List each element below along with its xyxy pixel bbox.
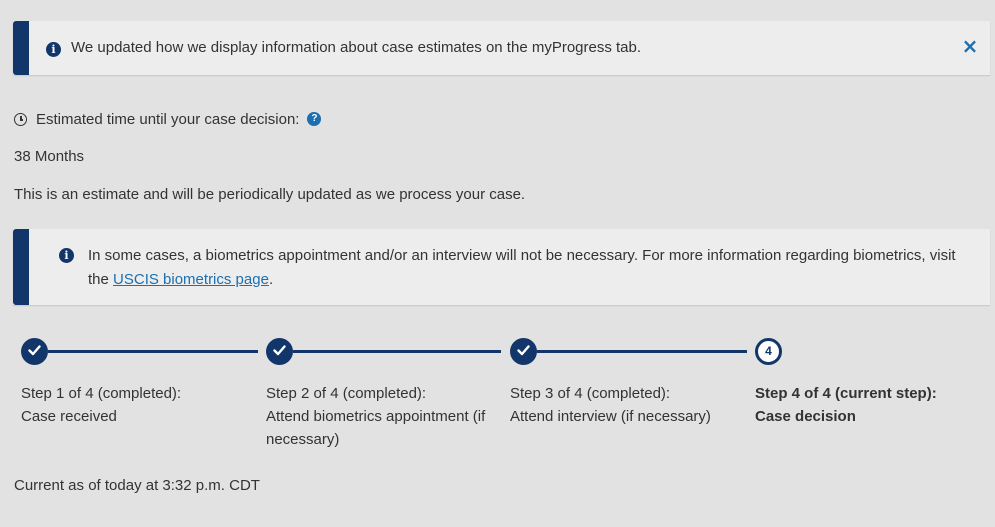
biometrics-text-end: . [268,271,274,288]
current-step-number: 4 [755,338,782,365]
step-connector [293,350,501,353]
step-heading: Step 1 of 4 (completed): [21,385,182,402]
alert-accent-bar [13,229,29,305]
step-title: Case decision [755,408,856,425]
estimate-note: This is an estimate and will be periodic… [14,186,526,203]
step-label-current: Step 4 of 4 (current step): Case decisio… [755,382,990,428]
step-connector [537,350,747,353]
step-title: Attend biometrics appointment (if necess… [266,408,486,448]
question-icon[interactable]: ? [307,112,322,126]
biometrics-alert-text: In some cases, a biometrics appointment … [88,244,958,292]
step-connector [48,350,258,353]
step-heading: Step 4 of 4 (current step): [755,385,937,402]
estimate-label: Estimated time until your case decision: [36,110,300,128]
last-updated-text: Current as of today at 3:32 p.m. CDT [14,477,260,494]
estimate-row: Estimated time until your case decision:… [14,109,322,129]
step-title: Case received [21,408,117,425]
step-title: Attend interview (if necessary) [510,408,711,425]
check-icon [266,338,293,365]
info-icon: i [59,248,74,263]
banner-text: We updated how we display information ab… [71,39,642,56]
info-banner: i We updated how we display information … [13,21,990,75]
step-label: Step 2 of 4 (completed): Attend biometri… [266,382,501,451]
banner-accent-bar [13,21,29,75]
biometrics-alert: i In some cases, a biometrics appointmen… [13,229,990,305]
step-heading: Step 2 of 4 (completed): [266,385,427,402]
info-icon: i [46,42,61,57]
clock-icon [14,112,27,126]
step-label: Step 3 of 4 (completed): Attend intervie… [510,382,745,428]
check-icon [510,338,537,365]
estimate-duration: 38 Months [14,148,85,165]
step-heading: Step 3 of 4 (completed): [510,385,671,402]
check-icon [21,338,48,365]
uscis-biometrics-link[interactable]: USCIS biometrics page [113,271,269,288]
step-label: Step 1 of 4 (completed): Case received [21,382,256,428]
close-banner-button[interactable]: × [960,34,980,58]
progress-stepper: 4 Step 1 of 4 (completed): Case received… [21,338,986,458]
